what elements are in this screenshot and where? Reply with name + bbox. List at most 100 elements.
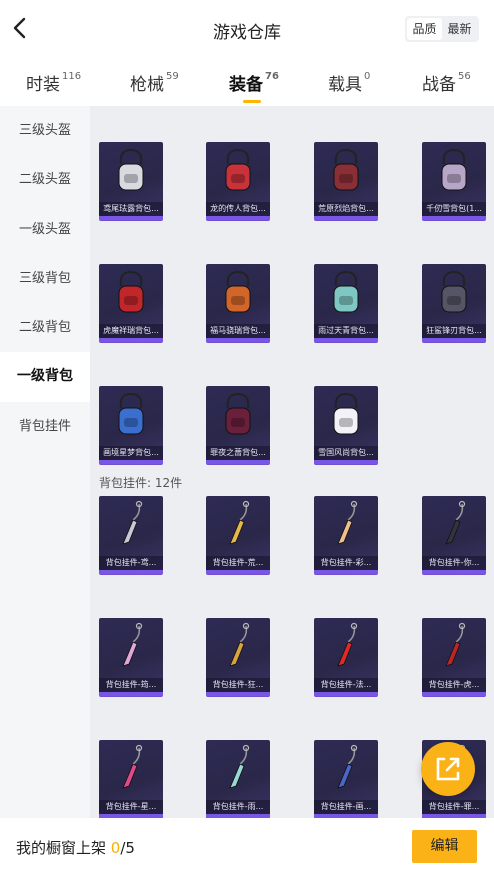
showcase-total: /5 [120, 839, 135, 857]
sidebar-item-backpack-3[interactable]: 三级背包 [0, 254, 90, 303]
quality-stripe [206, 460, 270, 464]
quality-stripe [99, 460, 163, 464]
tab-equipment[interactable]: 装备 76 [229, 70, 279, 103]
backpack-card[interactable]: 雨过天青背包... [314, 264, 378, 342]
item-name: 千仞雪背包(1... [422, 202, 486, 216]
pendant-card[interactable]: 背包挂件-画... [314, 740, 378, 818]
pendant-card[interactable]: 背包挂件-雨... [206, 740, 270, 818]
pendant-card[interactable]: 背包挂件-彩... [314, 496, 378, 574]
item-name: 狂鲨锋刃背包... [422, 324, 486, 338]
backpack-icon [225, 270, 251, 313]
backpack-icon [333, 270, 359, 313]
tab-count: 116 [62, 71, 82, 83]
pendant-card[interactable]: 背包挂件-虎... [422, 618, 486, 696]
item-name: 背包挂件-罪... [422, 800, 486, 814]
item-name: 背包挂件-雨... [206, 800, 270, 814]
tab-vehicles[interactable]: 载具 0 [328, 70, 370, 95]
pendant-icon [229, 622, 250, 667]
quality-stripe [314, 460, 378, 464]
sidebar-item-helmet-1[interactable]: 一级头盔 [0, 205, 90, 254]
item-name: 虎魔祥瑞背包... [99, 324, 163, 338]
item-name: 背包挂件-荒... [206, 556, 270, 570]
backpack-card[interactable]: 雪国风尚背包... [314, 386, 378, 464]
backpack-card[interactable]: 虎魔祥瑞背包... [99, 264, 163, 342]
backpack-card[interactable]: 荒原烈焰背包... [314, 142, 378, 220]
quality-stripe [99, 338, 163, 342]
quality-stripe [99, 570, 163, 574]
sort-option-quality[interactable]: 品质 [407, 18, 442, 40]
item-name: 雪国风尚背包... [314, 446, 378, 460]
item-name: 背包挂件-狂... [206, 678, 270, 692]
quality-stripe [314, 570, 378, 574]
tab-count: 56 [458, 71, 471, 83]
sidebar-item-backpack-2[interactable]: 二级背包 [0, 303, 90, 352]
backpack-icon [333, 392, 359, 435]
share-icon [436, 757, 460, 781]
share-button[interactable] [421, 742, 475, 796]
item-name: 画境星梦背包... [99, 446, 163, 460]
backpack-icon [118, 392, 144, 435]
quality-stripe [206, 216, 270, 220]
sidebar-item-backpack-1[interactable]: 一级背包 [0, 352, 90, 402]
item-name: 背包挂件-鸢... [99, 556, 163, 570]
backpack-card[interactable]: 千仞雪背包(1... [422, 142, 486, 220]
pendant-card[interactable]: 背包挂件-星... [99, 740, 163, 818]
pendant-card[interactable]: 背包挂件-鸢... [99, 496, 163, 574]
sidebar-item-pendants[interactable]: 背包挂件 [0, 402, 90, 451]
item-name: 背包挂件-筠... [99, 678, 163, 692]
sidebar-item-helmet-2[interactable]: 二级头盔 [0, 155, 90, 204]
backpack-icon [441, 270, 467, 313]
backpack-card[interactable]: 狂鲨锋刃背包... [422, 264, 486, 342]
backpack-icon [118, 270, 144, 313]
tab-count: 0 [364, 71, 371, 83]
tab-fashion[interactable]: 时装 116 [26, 70, 81, 95]
quality-stripe [314, 338, 378, 342]
item-grid: 鸢尾珐露背包... 龙的传人背包... 荒原烈焰背包... 千仞雪背包(1... 虎魔祥… [90, 106, 494, 818]
showcase-label: 我的橱窗上架 [16, 839, 111, 857]
sort-option-newest[interactable]: 最新 [442, 18, 477, 40]
showcase-status: 我的橱窗上架 0/5 [16, 837, 135, 858]
quality-stripe [206, 692, 270, 696]
backpack-card[interactable]: 鸢尾珐露背包... [99, 142, 163, 220]
pendant-icon [122, 500, 143, 545]
sidebar-item-helmet-3[interactable]: 三级头盔 [0, 106, 90, 155]
pendant-card[interactable]: 背包挂件-狂... [206, 618, 270, 696]
item-name: 鸢尾珐露背包... [99, 202, 163, 216]
edit-button[interactable]: 编辑 [412, 830, 477, 863]
tab-count: 59 [166, 71, 179, 83]
tab-label: 装备 [229, 75, 263, 95]
pendant-icon [445, 622, 466, 667]
quality-stripe [206, 338, 270, 342]
tab-label: 时装 [26, 75, 60, 95]
pendant-card[interactable]: 背包挂件-筠... [99, 618, 163, 696]
backpack-card[interactable]: 画境星梦背包... [99, 386, 163, 464]
quality-stripe [314, 216, 378, 220]
backpack-card[interactable]: 龙的传人背包... [206, 142, 270, 220]
backpack-icon [118, 148, 144, 191]
pendant-icon [337, 744, 358, 789]
sort-toggle: 品质 最新 [405, 16, 479, 42]
pendant-card[interactable]: 背包挂件-你... [422, 496, 486, 574]
pendant-icon [229, 744, 250, 789]
item-name: 背包挂件-你... [422, 556, 486, 570]
bottom-bar: 我的橱窗上架 0/5 编辑 [0, 818, 494, 875]
pendant-card[interactable]: 背包挂件-荒... [206, 496, 270, 574]
backpack-icon [333, 148, 359, 191]
item-name: 背包挂件-虎... [422, 678, 486, 692]
item-name: 龙的传人背包... [206, 202, 270, 216]
backpack-card[interactable]: 罪夜之蔷背包... [206, 386, 270, 464]
quality-stripe [422, 338, 486, 342]
top-bar: 游戏仓库 品质 最新 [0, 0, 494, 58]
item-name: 福马骁瑞背包... [206, 324, 270, 338]
backpack-icon [225, 392, 251, 435]
tab-guns[interactable]: 枪械 59 [130, 70, 179, 95]
quality-stripe [206, 570, 270, 574]
tab-label: 载具 [328, 75, 362, 95]
item-name: 背包挂件-画... [314, 800, 378, 814]
sidebar: 三级头盔 二级头盔 一级头盔 三级背包 二级背包 一级背包 背包挂件 [0, 106, 90, 818]
backpack-card[interactable]: 福马骁瑞背包... [206, 264, 270, 342]
tab-supplies[interactable]: 战备 56 [422, 70, 471, 95]
item-name: 雨过天青背包... [314, 324, 378, 338]
pendant-card[interactable]: 背包挂件-法... [314, 618, 378, 696]
tab-label: 枪械 [130, 75, 164, 95]
